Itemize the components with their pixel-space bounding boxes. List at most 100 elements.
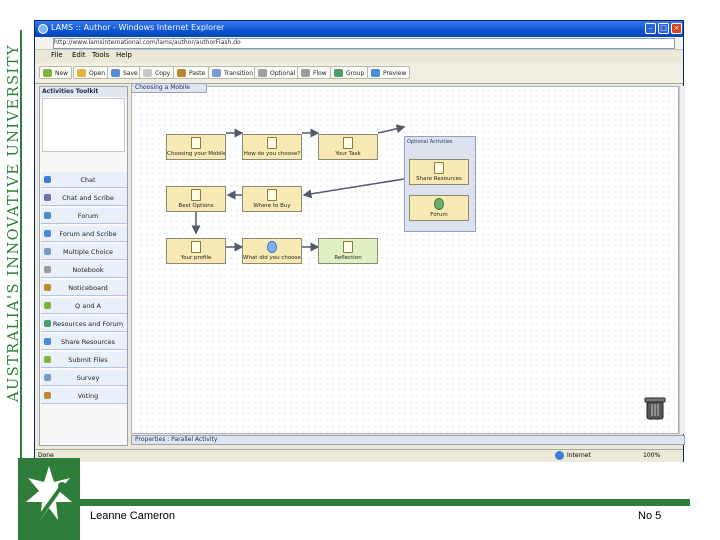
toolkit-item[interactable]: Forum and Scribe — [41, 226, 127, 242]
authoring-canvas[interactable]: Choosing your Mobile How do you choose? … — [131, 86, 679, 434]
notebook-icon — [44, 266, 51, 273]
menu-help[interactable]: Help — [116, 51, 132, 59]
toolkit-item-label: Resources and Forum — [52, 320, 124, 328]
slide-number: No 5 — [638, 510, 662, 522]
status-zone: Internet — [567, 452, 591, 459]
group-button[interactable]: Group — [330, 66, 369, 79]
preview-button[interactable]: Preview — [367, 66, 411, 79]
notebook-icon — [343, 137, 353, 149]
toolkit-item-label: Chat — [80, 176, 96, 184]
toolkit-item-label: Chat and Scribe — [62, 194, 114, 202]
preview-icon — [371, 69, 380, 77]
activity-how-do-you-choose[interactable]: How do you choose? — [242, 134, 302, 160]
toolkit-title: Activities Toolkit — [40, 87, 127, 97]
toolkit-item[interactable]: Voting — [41, 388, 127, 404]
flow-button[interactable]: Flow — [297, 66, 331, 79]
toolkit-item[interactable]: Share Resources — [41, 334, 127, 350]
toolkit-description-area — [42, 98, 125, 152]
copy-icon — [143, 69, 152, 77]
qa-icon — [44, 302, 51, 309]
activity-your-task[interactable]: Your Task — [318, 134, 378, 160]
document-icon — [191, 189, 201, 201]
address-field[interactable]: http://www.lamsinternational.com/lams/au… — [53, 38, 675, 49]
toolkit-item[interactable]: Noticeboard — [41, 280, 127, 296]
forum-scribe-icon — [44, 230, 51, 237]
resources-forum-icon — [44, 320, 51, 327]
chat-icon — [267, 241, 277, 253]
menu-tools[interactable]: Tools — [92, 51, 109, 59]
optional-icon — [258, 69, 267, 77]
group-icon — [334, 69, 343, 77]
open-icon — [77, 69, 86, 77]
activity-reflection[interactable]: Reflection — [318, 238, 378, 264]
optional-forum[interactable]: Forum — [409, 195, 469, 221]
arrow[interactable] — [302, 178, 405, 199]
address-bar: http://www.lamsinternational.com/lams/au… — [35, 37, 683, 50]
title-bar[interactable]: LAMS :: Author - Windows Internet Explor… — [35, 21, 683, 37]
scribe-icon — [44, 194, 51, 201]
flow-icon — [301, 69, 310, 77]
minimize-button[interactable]: – — [645, 23, 656, 34]
voting-icon — [44, 392, 51, 399]
activity-what-did-you-choose[interactable]: What did you choose? — [242, 238, 302, 264]
notebook-icon — [343, 241, 353, 253]
toolkit-item[interactable]: Forum — [41, 208, 127, 224]
close-button[interactable]: × — [671, 23, 682, 34]
toolkit-item[interactable]: Multiple Choice — [41, 244, 127, 260]
optional-group-title: Optional Activities — [407, 139, 453, 145]
toolkit-item[interactable]: Notebook — [41, 262, 127, 278]
maximize-button[interactable]: □ — [658, 23, 669, 34]
transition-button[interactable]: Transition — [208, 66, 258, 79]
toolkit-item[interactable]: Chat and Scribe — [41, 190, 127, 206]
save-button[interactable]: Save — [107, 66, 142, 79]
paste-icon — [177, 69, 186, 77]
new-icon — [43, 69, 52, 77]
internet-zone-icon — [555, 451, 564, 460]
status-bar: Done Internet 100% — [35, 449, 683, 462]
university-tagline: AUSTRALIA'S INNOVATIVE UNIVERSITY — [6, 43, 22, 402]
share-resources-icon — [44, 338, 51, 345]
toolkit-item-label: Forum and Scribe — [59, 230, 117, 238]
window-title: LAMS :: Author - Windows Internet Explor… — [51, 23, 225, 32]
canvas-scrollbar[interactable] — [679, 86, 685, 434]
trash-icon[interactable] — [644, 395, 666, 421]
footer-divider — [80, 499, 690, 506]
new-button[interactable]: New — [39, 66, 73, 79]
toolkit-item[interactable]: Submit Files — [41, 352, 127, 368]
toolkit-item[interactable]: Resources and Forum — [41, 316, 127, 332]
optional-activities-group[interactable]: Optional Activities Share Resources Foru… — [404, 136, 476, 232]
toolkit-item[interactable]: Chat — [41, 172, 127, 188]
submit-files-icon — [44, 356, 51, 363]
properties-bar[interactable]: Properties : Parallel Activity — [131, 435, 685, 445]
activity-best-options[interactable]: Best Options — [166, 186, 226, 212]
toolkit-item[interactable]: Q and A — [41, 298, 127, 314]
document-icon — [267, 137, 277, 149]
activity-where-to-buy[interactable]: Where to Buy — [242, 186, 302, 212]
menu-bar: File Edit Tools Help — [35, 50, 683, 62]
toolkit-item-label: Multiple Choice — [63, 248, 113, 256]
activity-choosing-your-mobile[interactable]: Choosing your Mobile — [166, 134, 226, 160]
browser-window: LAMS :: Author - Windows Internet Explor… — [34, 20, 685, 462]
menu-file[interactable]: File — [51, 51, 63, 59]
copy-button[interactable]: Copy — [139, 66, 175, 79]
optional-share-resources[interactable]: Share Resources — [409, 159, 469, 185]
menu-edit[interactable]: Edit — [72, 51, 86, 59]
toolkit-item-label: Forum — [77, 212, 99, 220]
toolkit-item-label: Share Resources — [60, 338, 116, 346]
canvas-tab[interactable]: Choosing a Mobile — [131, 83, 207, 93]
arrow[interactable] — [377, 124, 406, 134]
open-button[interactable]: Open — [73, 66, 110, 79]
chat-icon — [44, 176, 51, 183]
toolkit-item-label: Survey — [76, 374, 100, 382]
toolkit-item-label: Noticeboard — [68, 284, 108, 292]
zoom-level[interactable]: 100% — [643, 452, 660, 459]
activities-toolkit: Activities Toolkit Chat Chat and Scribe Fo… — [39, 86, 128, 446]
toolkit-item-label: Voting — [77, 392, 99, 400]
notebook-icon — [191, 137, 201, 149]
document-icon — [434, 162, 444, 174]
optional-button[interactable]: Optional — [254, 66, 300, 79]
paste-button[interactable]: Paste — [173, 66, 210, 79]
activity-your-profile[interactable]: Your profile — [166, 238, 226, 264]
toolkit-item[interactable]: Survey — [41, 370, 127, 386]
presenter-name: Leanne Cameron — [90, 510, 176, 522]
